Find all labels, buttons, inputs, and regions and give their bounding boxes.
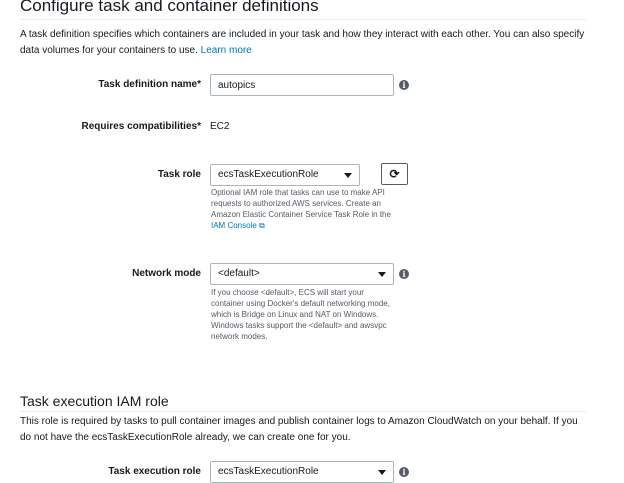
requires-compatibilities-label: Requires compatibilities* bbox=[1, 121, 202, 132]
task-role-help: Optional IAM role that tasks can use to … bbox=[211, 187, 396, 231]
label-text: Requires compatibilities bbox=[81, 121, 198, 132]
required-mark: * bbox=[197, 79, 201, 90]
task-role-value: ecsTaskExecutionRole bbox=[218, 169, 319, 180]
info-icon[interactable]: i bbox=[399, 467, 409, 477]
section-description: This role is required by tasks to pull c… bbox=[20, 416, 578, 443]
link-text: IAM Console bbox=[211, 221, 257, 230]
page-title: Configure task and container definitions bbox=[20, 0, 319, 15]
learn-more-link[interactable]: Learn more bbox=[201, 45, 252, 56]
network-mode-label: Network mode bbox=[132, 268, 201, 279]
description-text: A task definition specifies which contai… bbox=[20, 29, 585, 56]
task-definition-name-input[interactable] bbox=[210, 74, 394, 96]
chevron-down-icon bbox=[344, 173, 352, 178]
external-link-icon: ⧉ bbox=[259, 221, 265, 230]
chevron-down-icon bbox=[378, 470, 386, 475]
task-role-label: Task role bbox=[157, 169, 201, 180]
task-execution-role-label: Task execution role bbox=[108, 466, 201, 477]
iam-console-link[interactable]: IAM Console ⧉ bbox=[211, 221, 265, 230]
label-text: Task definition name bbox=[98, 79, 198, 90]
section-description: A task definition specifies which contai… bbox=[20, 27, 586, 59]
network-mode-select[interactable]: <default> bbox=[210, 263, 394, 285]
network-mode-help: If you choose <default>, ECS will start … bbox=[211, 288, 390, 341]
network-mode-value: <default> bbox=[218, 268, 260, 279]
info-icon[interactable]: i bbox=[399, 80, 409, 90]
refresh-icon: ⟳ bbox=[389, 167, 400, 181]
section-divider bbox=[20, 411, 586, 412]
required-mark: * bbox=[197, 121, 201, 132]
section-title: Task execution IAM role bbox=[20, 393, 169, 409]
info-icon[interactable]: i bbox=[399, 269, 409, 279]
requires-compatibilities-value: EC2 bbox=[210, 121, 230, 132]
refresh-button[interactable]: ⟳ bbox=[381, 163, 408, 185]
task-execution-role-value: ecsTaskExecutionRole bbox=[218, 466, 319, 477]
help-text: Optional IAM role that tasks can use to … bbox=[211, 188, 391, 219]
task-role-select[interactable]: ecsTaskExecutionRole bbox=[210, 164, 360, 186]
task-definition-name-label: Task definition name* bbox=[1, 79, 201, 90]
section-divider bbox=[20, 19, 586, 20]
chevron-down-icon bbox=[378, 272, 386, 277]
